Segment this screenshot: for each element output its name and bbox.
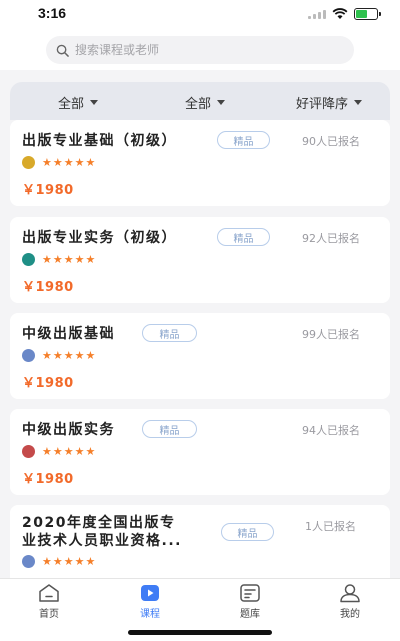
course-title-line-1: 2020年度全国出版专 — [22, 515, 176, 531]
profile-icon — [340, 584, 360, 603]
course-card[interactable]: 中级出版基础 精品 99人已报名 ★★★★★ ￥1980 — [10, 313, 390, 399]
enrolled-count: 1人已报名 — [305, 520, 356, 533]
rating-stars: ★★★★★ — [42, 349, 97, 362]
status-icons — [308, 8, 381, 20]
course-play-icon — [141, 585, 159, 601]
enrolled-count: 99人已报名 — [302, 328, 360, 341]
filter-type-dropdown[interactable]: 全部 — [185, 93, 226, 112]
filter-category-label: 全部 — [58, 97, 85, 112]
tab-profile[interactable]: 我的 — [320, 583, 380, 620]
wifi-icon — [332, 8, 348, 19]
teacher-avatar — [22, 445, 35, 458]
battery-icon — [354, 8, 381, 20]
question-bank-icon — [240, 584, 260, 602]
rating-stars: ★★★★★ — [42, 156, 97, 169]
filter-sort-dropdown[interactable]: 好评降序 — [296, 93, 363, 112]
search-header — [0, 30, 400, 70]
tab-question-bank[interactable]: 题库 — [220, 583, 280, 620]
course-title: 中级出版基础 — [22, 326, 115, 342]
search-box[interactable] — [46, 36, 354, 64]
rating-stars: ★★★★★ — [42, 253, 97, 266]
rating-stars: ★★★★★ — [42, 555, 97, 568]
search-icon — [56, 44, 69, 57]
quality-tag: 精品 — [221, 523, 274, 541]
rating-stars: ★★★★★ — [42, 445, 97, 458]
course-title-line-2: 业技术人员职业资格... — [22, 533, 182, 549]
quality-tag: 精品 — [142, 324, 197, 342]
course-title: 出版专业实务（初级） — [22, 230, 177, 246]
teacher-avatar — [22, 349, 35, 362]
chevron-down-icon — [217, 100, 226, 105]
tab-courses[interactable]: 课程 — [120, 583, 180, 620]
course-card[interactable]: 出版专业基础（初级） 精品 90人已报名 ★★★★★ ￥1980 — [10, 120, 390, 206]
course-title: 中级出版实务 — [22, 422, 115, 438]
chevron-down-icon — [354, 100, 363, 105]
chevron-down-icon — [90, 100, 99, 105]
enrolled-count: 94人已报名 — [302, 424, 360, 437]
enrolled-count: 90人已报名 — [302, 135, 360, 148]
course-price: ￥1980 — [22, 472, 74, 487]
teacher-avatar — [22, 555, 35, 568]
home-icon — [39, 584, 59, 602]
tab-profile-label: 我的 — [340, 609, 360, 620]
signal-icon — [308, 9, 326, 19]
teacher-avatar — [22, 253, 35, 266]
course-price: ￥1980 — [22, 280, 74, 295]
enrolled-count: 92人已报名 — [302, 232, 360, 245]
quality-tag: 精品 — [142, 420, 197, 438]
status-time: 3:16 — [38, 5, 67, 21]
course-price: ￥1980 — [22, 183, 74, 198]
course-card[interactable]: 中级出版实务 精品 94人已报名 ★★★★★ ￥1980 — [10, 409, 390, 495]
filter-category-dropdown[interactable]: 全部 — [58, 93, 99, 112]
tab-question-bank-label: 题库 — [240, 609, 260, 620]
tab-home[interactable]: 首页 — [19, 583, 79, 620]
filter-bar: 全部 全部 好评降序 — [10, 82, 390, 120]
tab-home-label: 首页 — [39, 609, 59, 620]
quality-tag: 精品 — [217, 131, 270, 149]
quality-tag: 精品 — [217, 228, 270, 246]
home-indicator — [128, 630, 272, 635]
course-card[interactable]: 2020年度全国出版专 业技术人员职业资格... 精品 1人已报名 ★★★★★ — [10, 505, 390, 578]
filter-sort-label: 好评降序 — [296, 97, 349, 112]
search-input[interactable] — [75, 43, 335, 57]
course-price: ￥1980 — [22, 376, 74, 391]
tab-courses-label: 课程 — [140, 609, 160, 620]
course-title: 出版专业基础（初级） — [22, 133, 177, 149]
filter-type-label: 全部 — [185, 97, 212, 112]
course-card[interactable]: 出版专业实务（初级） 精品 92人已报名 ★★★★★ ￥1980 — [10, 217, 390, 303]
status-bar: 3:16 — [0, 0, 400, 30]
teacher-avatar — [22, 156, 35, 169]
